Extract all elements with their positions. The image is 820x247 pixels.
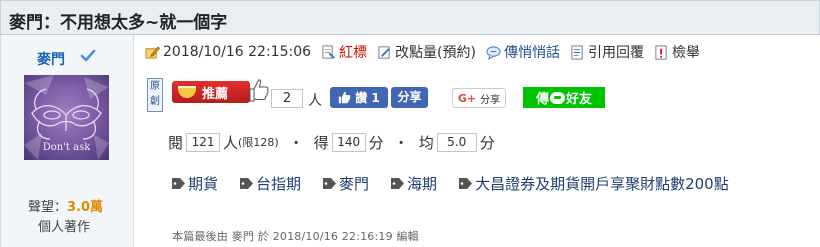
tag-item[interactable]: 期貨: [172, 173, 218, 194]
score-label: 得: [313, 133, 329, 152]
line-chat-icon: [550, 91, 565, 104]
author-name[interactable]: 麥門: [37, 49, 65, 69]
line-share-prefix: 傳: [535, 92, 549, 107]
red-flag-link[interactable]: 紅標: [321, 42, 367, 62]
google-share-label: 分享: [480, 94, 501, 106]
views-value: 121: [186, 132, 221, 152]
original-badge: 原創: [147, 78, 163, 112]
post-timestamp: 2018/10/16 22:15:06: [145, 44, 311, 60]
tag-label: 台指期: [256, 174, 302, 193]
personal-works-link[interactable]: 個人著作: [38, 216, 90, 235]
last-edit-note: 本篇最後由 麥門 於 2018/10/16 22:16:19 編輯: [172, 230, 419, 243]
whisper-icon: [486, 45, 501, 60]
score-value: 140: [331, 132, 366, 152]
separator-dot: ・: [393, 133, 409, 152]
reputation-label: 聲望：: [28, 200, 68, 215]
whisper-label: 傳悄悄話: [503, 45, 560, 61]
tag-item[interactable]: 台指期: [240, 173, 301, 194]
tag-item[interactable]: 海期: [391, 173, 437, 194]
views-label: 閱: [168, 133, 184, 152]
report-link[interactable]: 檢舉: [654, 42, 700, 62]
whisper-link[interactable]: 傳悄悄話: [486, 42, 560, 62]
post-body: 2018/10/16 22:15:06 紅標 改點量(預約) 傳悄悄話 引用回覆…: [135, 35, 820, 247]
line-share-button[interactable]: 傳 好友: [523, 87, 605, 108]
post-stats: 閱 121 人 (限128) ・ 得 140 分 ・ 均 5.0 分: [168, 131, 495, 153]
tag-icon: [240, 177, 254, 189]
recommend-button[interactable]: 推薦: [172, 81, 250, 103]
quote-reply-label: 引用回覆: [587, 45, 644, 61]
edit-points-label: 改點量(預約): [395, 45, 476, 61]
author-sidebar: 麥門 Don't ask 聲望：3.0萬 個人著作: [0, 35, 134, 247]
facebook-like-label: 讚 1: [355, 91, 380, 105]
thread-title-bar: 麥門：不用想太多~就一個字: [0, 0, 820, 35]
google-plus-icon: G+: [457, 91, 477, 105]
line-share-suffix: 好友: [566, 92, 593, 107]
red-flag-icon: [322, 44, 335, 59]
tag-icon: [172, 177, 185, 189]
timestamp-text: 2018/10/16 22:15:06: [163, 44, 312, 60]
recommend-unit: 人: [308, 93, 322, 109]
edit-points-link[interactable]: 改點量(預約): [377, 42, 476, 62]
thread-title: 麥門：不用想太多~就一個字: [9, 13, 228, 33]
pot-icon: [178, 86, 196, 98]
recommend-label: 推薦: [202, 86, 229, 102]
facebook-thumb-icon: [339, 91, 351, 104]
red-flag-label: 紅標: [339, 45, 368, 61]
reputation: 聲望：3.0萬: [28, 196, 103, 215]
tag-label: 麥門: [339, 174, 370, 193]
post-toolbar: 2018/10/16 22:15:06 紅標 改點量(預約) 傳悄悄話 引用回覆…: [145, 42, 700, 62]
facebook-share-button[interactable]: 分享: [391, 87, 428, 108]
avg-unit: 分: [479, 133, 495, 152]
report-label: 檢舉: [671, 45, 700, 61]
tag-item[interactable]: 麥門: [323, 173, 369, 194]
reputation-value: 3.0萬: [67, 200, 104, 215]
google-share-button[interactable]: G+ 分享: [452, 88, 506, 108]
verified-check-icon: [80, 49, 96, 62]
avatar[interactable]: Don't ask: [24, 75, 109, 160]
thumbs-up-icon[interactable]: [247, 77, 271, 103]
tag-label: 期貨: [188, 174, 219, 193]
avatar-caption: Don't ask: [42, 142, 91, 153]
report-icon: [655, 44, 667, 60]
tag-icon: [459, 177, 473, 189]
avg-label: 均: [418, 133, 434, 152]
tag-label: 海期: [407, 174, 438, 193]
edit-pencil-icon: [145, 45, 160, 59]
edit-icon: [378, 45, 390, 59]
tag-icon: [391, 177, 405, 189]
score-unit: 分: [368, 133, 384, 152]
views-unit: 人: [223, 133, 239, 152]
quote-reply-link[interactable]: 引用回覆: [570, 42, 644, 62]
recommend-count: 2: [271, 89, 303, 108]
avg-value: 5.0: [436, 132, 477, 152]
tag-item[interactable]: 大昌證券及期貨開戶享聚財點數200點: [459, 173, 729, 194]
facebook-like-button[interactable]: 讚 1: [330, 87, 388, 108]
tag-label: 大昌證券及期貨開戶享聚財點數200點: [475, 174, 729, 193]
views-limit: (限128): [238, 136, 279, 149]
quote-icon: [571, 44, 583, 60]
separator-dot: ・: [288, 133, 304, 152]
tag-icon: [323, 177, 337, 189]
tag-list: 期貨 台指期 麥門 海期 大昌證券及期貨開戶享聚財點數200點: [172, 172, 751, 194]
